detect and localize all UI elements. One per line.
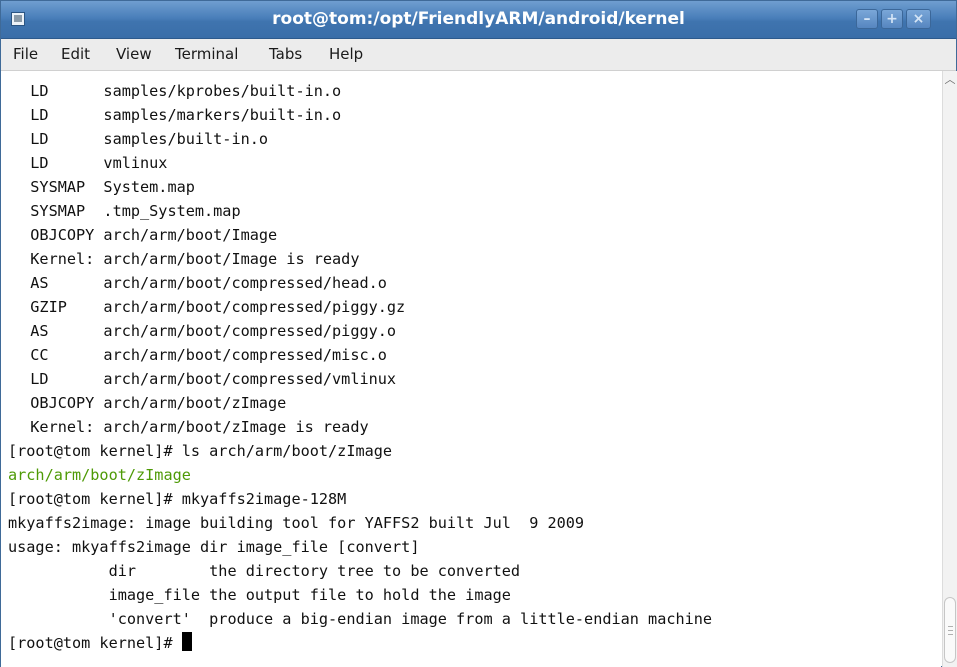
terminal-line: usage: mkyaffs2image dir image_file [con…	[8, 538, 420, 556]
terminal-line: Kernel: arch/arm/boot/zImage is ready	[12, 418, 369, 436]
terminal-line: 'convert' produce a big-endian image fro…	[8, 610, 713, 628]
terminal-line: AS arch/arm/boot/compressed/head.o	[12, 274, 387, 292]
window-title: root@tom:/opt/FriendlyARM/android/kernel	[272, 9, 685, 29]
menu-file[interactable]: File	[11, 39, 40, 70]
title-bar[interactable]: root@tom:/opt/FriendlyARM/android/kernel…	[1, 1, 956, 39]
text-cursor	[181, 632, 192, 651]
close-button[interactable]: ×	[906, 9, 931, 29]
terminal-line: CC arch/arm/boot/compressed/misc.o	[12, 346, 387, 364]
terminal-line: image_file the output file to hold the i…	[8, 586, 511, 604]
scrollbar-thumb[interactable]	[944, 597, 956, 663]
terminal-line: OBJCOPY arch/arm/boot/zImage	[12, 394, 287, 412]
menu-terminal[interactable]: Terminal	[173, 39, 240, 70]
menu-view[interactable]: View	[114, 39, 154, 70]
terminal-line: [root@tom kernel]# mkyaffs2image-128M	[8, 490, 347, 508]
terminal-window: root@tom:/opt/FriendlyARM/android/kernel…	[0, 0, 957, 667]
terminal-line: mkyaffs2image: image building tool for Y…	[8, 514, 585, 532]
terminal-line: OBJCOPY arch/arm/boot/Image	[12, 226, 278, 244]
terminal-line: LD vmlinux	[12, 154, 168, 172]
terminal-prompt-line[interactable]: [root@tom kernel]#	[8, 631, 192, 655]
menu-bar: File Edit View Terminal Tabs Help	[1, 39, 956, 71]
menu-tabs[interactable]: Tabs	[267, 39, 304, 70]
terminal-output[interactable]: LD samples/kprobes/built-in.o LD samples…	[1, 71, 941, 667]
minimize-button[interactable]: –	[856, 9, 878, 29]
terminal-line: GZIP arch/arm/boot/compressed/piggy.gz	[12, 298, 406, 316]
terminal-line: LD samples/built-in.o	[12, 130, 269, 148]
terminal-line: LD samples/markers/built-in.o	[12, 106, 342, 124]
terminal-line-highlight: arch/arm/boot/zImage	[8, 466, 191, 484]
terminal-line: dir the directory tree to be converted	[8, 562, 521, 580]
terminal-line: LD samples/kprobes/built-in.o	[12, 82, 342, 100]
terminal-line: Kernel: arch/arm/boot/Image is ready	[12, 250, 360, 268]
terminal-prompt: [root@tom kernel]#	[8, 634, 182, 652]
chevron-up-icon[interactable]: ︿	[943, 73, 957, 87]
terminal-line: [root@tom kernel]# ls arch/arm/boot/zIma…	[8, 442, 393, 460]
maximize-button[interactable]: +	[881, 9, 903, 29]
menu-edit[interactable]: Edit	[59, 39, 92, 70]
terminal-line: SYSMAP System.map	[12, 178, 195, 196]
terminal-line: SYSMAP .tmp_System.map	[12, 202, 241, 220]
terminal-line: LD arch/arm/boot/compressed/vmlinux	[12, 370, 397, 388]
vertical-scrollbar[interactable]: ︿	[942, 71, 957, 667]
terminal-line: AS arch/arm/boot/compressed/piggy.o	[12, 322, 397, 340]
menu-help[interactable]: Help	[327, 39, 365, 70]
